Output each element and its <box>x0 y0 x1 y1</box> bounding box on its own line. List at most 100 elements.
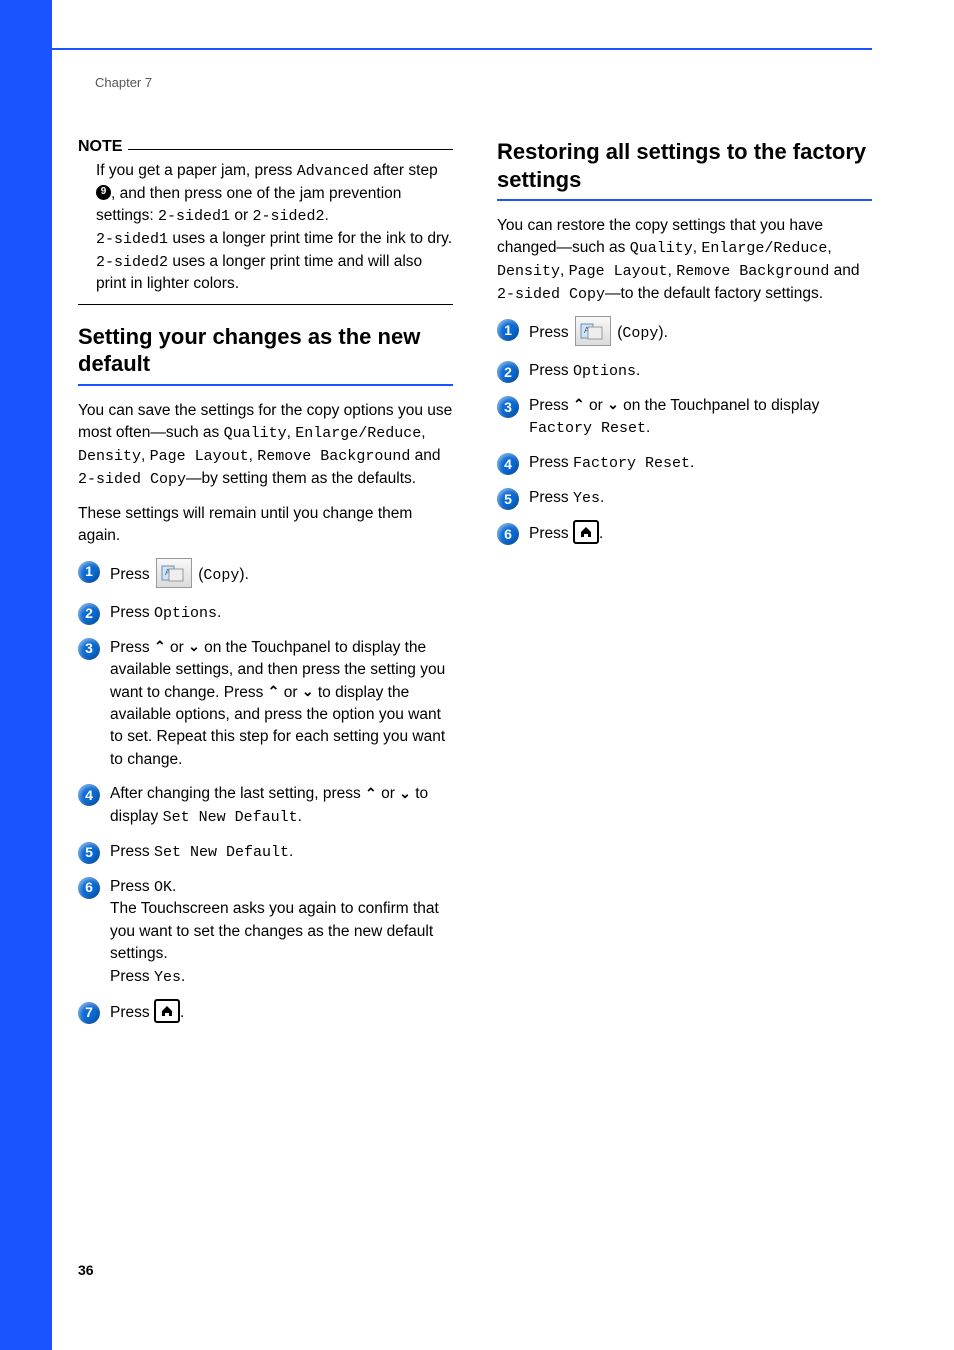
text: Press <box>110 1004 154 1021</box>
mono-text: Quality <box>630 240 693 257</box>
text: or <box>279 684 301 701</box>
top-rule <box>52 48 872 50</box>
copy-icon: A <box>575 316 611 346</box>
text: Press <box>529 397 573 414</box>
mono-text: Copy <box>203 567 239 584</box>
mono-text: Options <box>154 605 217 622</box>
text: , <box>287 424 296 441</box>
note-rule-line <box>128 149 453 150</box>
step-text: Press Yes. <box>529 487 872 510</box>
mono-text: Yes <box>573 490 600 507</box>
step-item: 4 After changing the last setting, press… <box>78 783 453 828</box>
text: Press <box>110 566 154 583</box>
mono-text: Factory Reset <box>573 455 690 472</box>
chevron-down-icon: ⌄ <box>607 394 619 414</box>
section-heading: Restoring all settings to the factory se… <box>497 138 872 193</box>
mono-text: Factory Reset <box>529 420 646 437</box>
mono-text: Density <box>497 263 560 280</box>
intro-paragraph: These settings will remain until you cha… <box>78 503 453 548</box>
chevron-up-icon: ⌃ <box>573 394 585 414</box>
text: Press <box>529 525 573 542</box>
text: on the Touchpanel to display <box>619 397 820 414</box>
step-number-icon: 1 <box>497 319 519 341</box>
step-number-icon: 6 <box>78 877 100 899</box>
mono-text: Page Layout <box>569 263 668 280</box>
step-item: 3 Press ⌃ or ⌄ on the Touchpanel to disp… <box>78 637 453 772</box>
step-item: 2 Press Options. <box>497 360 872 383</box>
step-text: Press A (Copy). <box>529 318 872 348</box>
text: or <box>585 397 607 414</box>
text: After changing the last setting, press <box>110 785 365 802</box>
step-number-icon: 1 <box>78 561 100 583</box>
step-text: Press ⌃ or ⌄ on the Touchpanel to displa… <box>529 395 872 440</box>
text: , <box>560 262 569 279</box>
text: Press <box>529 324 573 341</box>
chevron-up-icon: ⌃ <box>268 681 280 701</box>
text: Press <box>110 968 154 985</box>
text: . <box>217 604 221 621</box>
step-item: 1 Press A (Copy). <box>78 560 453 590</box>
step-number-icon: 7 <box>78 1002 100 1024</box>
chevron-down-icon: ⌄ <box>399 783 411 803</box>
note-mono: 2-sided2 <box>96 254 168 271</box>
text: , <box>141 447 150 464</box>
mono-text: Quality <box>224 425 287 442</box>
step-text: Press Options. <box>529 360 872 383</box>
step-number-icon: 4 <box>78 784 100 806</box>
text: ). <box>658 324 667 341</box>
text: . <box>636 362 640 379</box>
step-item: 2 Press Options. <box>78 602 453 625</box>
step-number-icon: 3 <box>78 638 100 660</box>
step-ref-icon: 9 <box>96 185 111 200</box>
mono-text: Set New Default <box>163 809 298 826</box>
intro-paragraph: You can save the settings for the copy o… <box>78 400 453 491</box>
text: Press <box>529 454 573 471</box>
step-item: 3 Press ⌃ or ⌄ on the Touchpanel to disp… <box>497 395 872 440</box>
steps-list: 1 Press A (Copy). 2 Press Options. 3 Pre… <box>78 560 453 1025</box>
text: . <box>180 1004 184 1021</box>
note-mono: 2-sided1 <box>96 231 168 248</box>
step-text: Press ⌃ or ⌄ on the Touchpanel to displa… <box>110 637 453 772</box>
home-icon <box>573 520 599 544</box>
step-item: 5 Press Yes. <box>497 487 872 510</box>
step-item: 4 Press Factory Reset. <box>497 452 872 475</box>
note-end-rule <box>78 304 453 305</box>
mono-text: OK <box>154 879 172 896</box>
note-mono: Advanced <box>297 163 369 180</box>
text: , <box>668 262 677 279</box>
text: , <box>421 424 425 441</box>
heading-rule <box>497 199 872 201</box>
note-text: after step <box>373 162 438 179</box>
text: —by setting them as the defaults. <box>186 470 416 487</box>
left-margin-bar <box>0 0 52 1350</box>
mono-text: Page Layout <box>150 448 249 465</box>
text: . <box>172 878 176 895</box>
step-number-icon: 5 <box>78 842 100 864</box>
text: Press <box>110 639 154 656</box>
text: and <box>410 447 440 464</box>
step-item: 7 Press . <box>78 1001 453 1025</box>
text: or <box>377 785 399 802</box>
mono-text: 2-sided Copy <box>78 471 186 488</box>
note-text: or <box>230 207 252 224</box>
note-label: NOTE <box>78 138 122 156</box>
step-text: Press OK. The Touchscreen asks you again… <box>110 876 453 989</box>
text: . <box>181 968 185 985</box>
step-text: Press . <box>529 522 872 546</box>
mono-text: Density <box>78 448 141 465</box>
note-text: If you get a paper jam, press <box>96 162 297 179</box>
note-mono: 2-sided1 <box>158 208 230 225</box>
text: , <box>827 239 831 256</box>
step-text: Press Factory Reset. <box>529 452 872 475</box>
intro-paragraph: You can restore the copy settings that y… <box>497 215 872 306</box>
section-heading: Setting your changes as the new default <box>78 323 453 378</box>
text: Press <box>110 843 154 860</box>
step-number-icon: 2 <box>78 603 100 625</box>
text: Press <box>110 604 154 621</box>
mono-text: 2-sided Copy <box>497 286 605 303</box>
right-column: Restoring all settings to the factory se… <box>497 138 872 1037</box>
text: . <box>690 454 694 471</box>
text: ( <box>613 324 622 341</box>
mono-text: Copy <box>622 325 658 342</box>
text: . <box>600 489 604 506</box>
